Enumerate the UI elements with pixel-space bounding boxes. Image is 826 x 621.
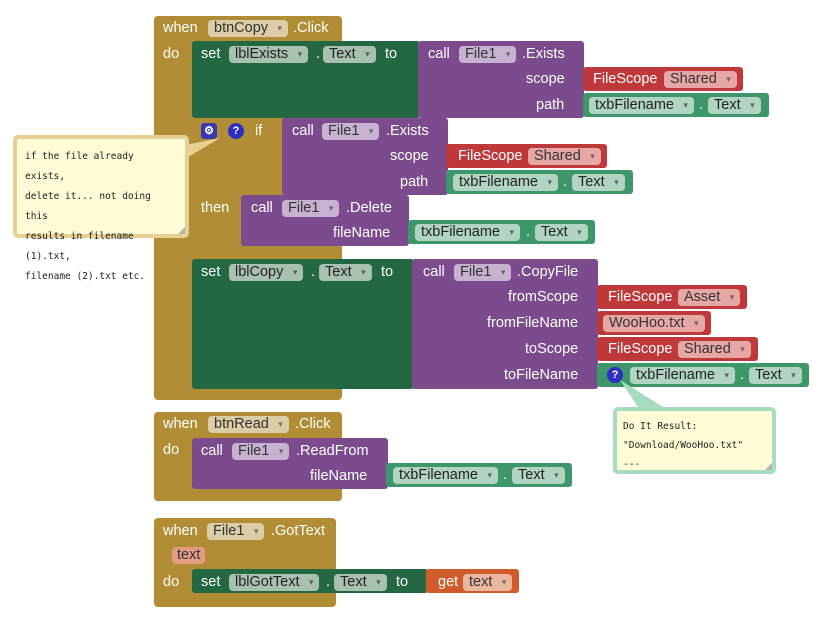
then-label: then	[201, 200, 230, 216]
dot-label: .	[316, 46, 321, 62]
method-name: .Delete	[346, 200, 392, 216]
property-dropdown[interactable]: Text	[535, 224, 588, 241]
property-dropdown[interactable]: Text	[708, 97, 761, 114]
arg-label-fromScope: fromScope	[508, 289, 579, 305]
if-label: if	[255, 123, 263, 139]
component-dropdown[interactable]: File1	[322, 123, 380, 140]
method-name: .ReadFrom	[296, 443, 369, 459]
call-label: call	[201, 443, 223, 459]
property-dropdown[interactable]: Text	[572, 174, 625, 191]
get-label: get	[438, 574, 459, 590]
component-dropdown[interactable]: lblGotText	[229, 574, 320, 591]
component-dropdown[interactable]: File1	[207, 523, 265, 540]
call-label: call	[292, 123, 314, 139]
component-dropdown[interactable]: txbFilename	[589, 97, 694, 114]
do-it-result-bubble[interactable]: Do It Result: "Download/WooHoo.txt" ---	[613, 407, 776, 474]
result-line: "Download/WooHoo.txt"	[623, 440, 744, 451]
to-label: to	[396, 574, 409, 590]
filescope-label: FileScope	[458, 148, 523, 164]
dot-label: .	[740, 367, 745, 383]
arg-label-fileName: fileName	[333, 225, 391, 241]
filescope-label: FileScope	[608, 289, 673, 305]
call-label: call	[423, 264, 445, 280]
arg-label-fromFileName: fromFileName	[487, 315, 579, 331]
when-label: when	[163, 523, 198, 539]
event-name: .GotText	[271, 523, 325, 539]
call-label: call	[428, 46, 450, 62]
component-dropdown[interactable]: lblExists	[229, 46, 309, 63]
component-dropdown[interactable]: File1	[459, 46, 517, 63]
component-dropdown[interactable]: lblCopy	[229, 264, 304, 281]
dot-label: .	[563, 174, 568, 190]
dot-label: .	[326, 574, 331, 590]
property-dropdown[interactable]: Text	[323, 46, 376, 63]
component-dropdown[interactable]: btnRead	[208, 416, 289, 433]
scope-dropdown[interactable]: Asset	[678, 289, 741, 306]
component-dropdown[interactable]: File1	[282, 200, 340, 217]
scope-dropdown[interactable]: Shared	[678, 341, 751, 358]
arg-label-toFileName: toFileName	[504, 367, 579, 383]
do-label: do	[163, 46, 180, 62]
resize-handle[interactable]	[178, 227, 185, 234]
comment-line: if the file already exists,	[25, 151, 134, 182]
property-dropdown[interactable]: Text	[749, 367, 802, 384]
to-label: to	[385, 46, 398, 62]
event-parameter[interactable]: text	[172, 547, 206, 564]
property-dropdown[interactable]: Text	[334, 574, 387, 591]
when-label: when	[163, 416, 198, 432]
arg-label-toScope: toScope	[525, 341, 579, 357]
arg-label-scope: scope	[390, 148, 429, 164]
component-dropdown[interactable]: txbFilename	[393, 467, 498, 484]
call-label: call	[251, 200, 273, 216]
arg-label-fileName: fileName	[310, 468, 368, 484]
method-name: .Exists	[522, 46, 565, 62]
property-dropdown[interactable]: Text	[512, 467, 565, 484]
variable-dropdown[interactable]: text	[463, 574, 513, 591]
comment-question-icon[interactable]: ?	[228, 123, 244, 139]
set-label: set	[201, 264, 221, 280]
arg-label-scope: scope	[526, 71, 565, 87]
set-label: set	[201, 46, 221, 62]
set-label: set	[201, 574, 221, 590]
result-line: Do It Result:	[623, 421, 698, 432]
filescope-label: FileScope	[608, 341, 673, 357]
resize-handle[interactable]	[765, 463, 772, 470]
to-label: to	[381, 264, 394, 280]
component-dropdown[interactable]: File1	[454, 264, 512, 281]
scope-dropdown[interactable]: Shared	[664, 71, 737, 88]
component-dropdown[interactable]: txbFilename	[415, 224, 520, 241]
do-label: do	[163, 442, 180, 458]
arg-label-path: path	[536, 97, 565, 113]
filescope-label: FileScope	[593, 71, 658, 87]
if-comment-bubble[interactable]: if the file already exists, delete it...…	[13, 135, 189, 282]
event-name: .Click	[293, 20, 329, 36]
comment-line: delete it... not doing this	[25, 191, 151, 222]
gear-icon[interactable]: ⚙	[201, 123, 217, 139]
when-label: when	[163, 20, 198, 36]
method-name: .Exists	[386, 123, 429, 139]
result-line: ---	[623, 459, 641, 470]
asset-file-dropdown[interactable]: WooHoo.txt	[603, 315, 705, 332]
method-name: .CopyFile	[517, 264, 579, 280]
event-name: .Click	[295, 416, 331, 432]
arg-label-path: path	[400, 174, 429, 190]
comment-line: results in filename (1).txt,	[25, 231, 134, 262]
do-label: do	[163, 574, 180, 590]
component-dropdown[interactable]: File1	[232, 443, 290, 460]
dot-label: .	[503, 467, 508, 483]
component-dropdown[interactable]: btnCopy	[208, 20, 289, 37]
component-dropdown[interactable]: txbFilename	[453, 174, 558, 191]
scope-dropdown[interactable]: Shared	[528, 148, 601, 165]
dot-label: .	[526, 224, 531, 240]
dot-label: .	[311, 264, 316, 280]
property-dropdown[interactable]: Text	[319, 264, 372, 281]
dot-label: .	[699, 97, 704, 113]
comment-line: filename (2).txt etc.	[25, 271, 146, 282]
